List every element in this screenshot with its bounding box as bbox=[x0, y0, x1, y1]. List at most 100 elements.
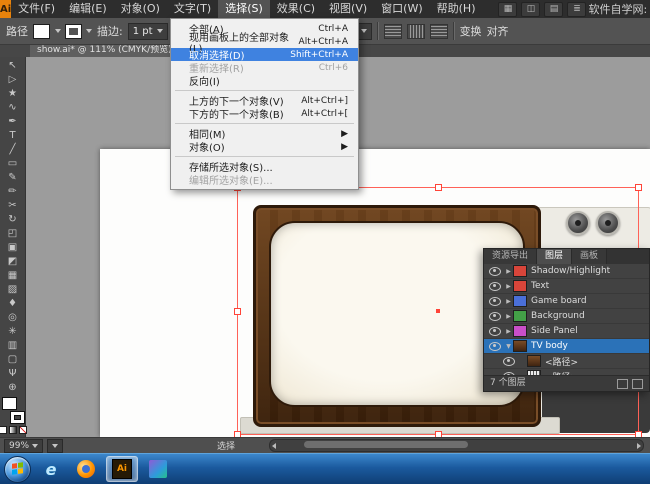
visibility-eye-icon[interactable] bbox=[489, 342, 501, 351]
layer-thumbnail bbox=[513, 295, 527, 307]
horizontal-scrollbar[interactable] bbox=[269, 439, 644, 452]
hand-tool[interactable]: Ψ bbox=[2, 367, 24, 381]
stroke-color-swatch[interactable] bbox=[66, 25, 81, 38]
line-segment-tool[interactable]: ╱ bbox=[2, 143, 24, 157]
blend-tool[interactable]: ◎ bbox=[2, 311, 24, 325]
layer-row[interactable]: ▶ Side Panel bbox=[484, 324, 649, 339]
visibility-eye-icon[interactable] bbox=[489, 282, 501, 291]
visibility-eye-icon[interactable] bbox=[489, 312, 501, 321]
rectangle-tool[interactable]: ▭ bbox=[2, 157, 24, 171]
arrange-documents-icon[interactable]: ▦ bbox=[498, 2, 517, 17]
layer-thumbnail bbox=[513, 325, 527, 337]
new-layer-icon[interactable] bbox=[617, 379, 628, 389]
workspace-icon[interactable]: ▤ bbox=[544, 2, 563, 17]
menu-separator bbox=[175, 156, 354, 157]
stroke-dropdown-icon[interactable] bbox=[86, 29, 92, 33]
fill-swatch[interactable] bbox=[2, 397, 17, 410]
fill-color-swatch[interactable] bbox=[33, 24, 50, 39]
context-label: 路径 bbox=[6, 23, 28, 39]
none-button[interactable] bbox=[19, 426, 27, 434]
shape-builder-tool[interactable]: ◩ bbox=[2, 255, 24, 269]
selection-handle[interactable] bbox=[635, 184, 642, 191]
magic-wand-tool[interactable]: ★ bbox=[2, 87, 24, 101]
color-button[interactable] bbox=[0, 426, 7, 434]
gradient-tool[interactable]: ▨ bbox=[2, 283, 24, 297]
gradient-button[interactable] bbox=[9, 426, 17, 434]
zoom-tool[interactable]: ⊕ bbox=[2, 381, 24, 395]
selection-tool[interactable]: ↖ bbox=[2, 59, 24, 73]
align-center-icon[interactable] bbox=[407, 24, 425, 39]
menu-list-icon[interactable]: ≣ bbox=[567, 2, 586, 17]
menu-view[interactable]: 视图(V) bbox=[322, 0, 374, 18]
menu-file[interactable]: 文件(F) bbox=[11, 0, 62, 18]
scrollbar-thumb[interactable] bbox=[304, 441, 468, 448]
media-app-icon[interactable] bbox=[143, 457, 173, 481]
menu-window[interactable]: 窗口(W) bbox=[374, 0, 429, 18]
artboard-nav-field[interactable] bbox=[47, 439, 63, 453]
visibility-eye-icon[interactable] bbox=[489, 327, 501, 336]
menu-object[interactable]: 对象(O) bbox=[114, 0, 167, 18]
visibility-eye-icon[interactable] bbox=[503, 357, 515, 366]
visibility-eye-icon[interactable] bbox=[489, 297, 501, 306]
column-graph-tool[interactable]: ▥ bbox=[2, 339, 24, 353]
illustrator-logo-icon[interactable]: Ai bbox=[0, 0, 11, 18]
type-tool[interactable]: T bbox=[2, 129, 24, 143]
document-grid-icon[interactable]: ◫ bbox=[521, 2, 540, 17]
layer-row-child[interactable]: <路径> bbox=[484, 354, 649, 369]
selection-handle[interactable] bbox=[435, 184, 442, 191]
layer-row[interactable]: ▶ Background bbox=[484, 309, 649, 324]
menu-effect[interactable]: 效果(C) bbox=[270, 0, 322, 18]
selection-handle[interactable] bbox=[234, 308, 241, 315]
illustrator-taskbar-icon[interactable]: Ai bbox=[106, 456, 138, 482]
layer-row[interactable]: ▶ Text bbox=[484, 279, 649, 294]
stroke-weight-dropdown-icon[interactable] bbox=[157, 29, 163, 33]
menu-item-next-object-below[interactable]: 下方的下一个对象(B) Alt+Ctrl+[ bbox=[171, 107, 358, 120]
align-right-icon[interactable] bbox=[430, 24, 448, 39]
menu-help[interactable]: 帮助(H) bbox=[430, 0, 483, 18]
layer-thumbnail bbox=[513, 310, 527, 322]
menu-select[interactable]: 选择(S) bbox=[218, 0, 270, 18]
tab-asset-export[interactable]: 资源导出 bbox=[484, 249, 537, 264]
stroke-swatch[interactable] bbox=[11, 412, 24, 423]
layer-row-selected[interactable]: ▼ TV body bbox=[484, 339, 649, 354]
lasso-tool[interactable]: ∿ bbox=[2, 101, 24, 115]
selection-center-point[interactable] bbox=[436, 309, 440, 313]
firefox-icon[interactable] bbox=[71, 457, 101, 481]
internet-explorer-icon[interactable]: e bbox=[36, 457, 66, 481]
submenu-arrow-icon: ▶ bbox=[341, 129, 348, 139]
zoom-level-field[interactable]: 99% bbox=[4, 439, 43, 453]
artboard-dropdown-icon[interactable] bbox=[52, 444, 58, 448]
layer-row[interactable]: ▶ Shadow/Highlight bbox=[484, 264, 649, 279]
zoom-dropdown-icon[interactable] bbox=[32, 444, 38, 448]
direct-selection-tool[interactable]: ▷ bbox=[2, 73, 24, 87]
scale-tool[interactable]: ◰ bbox=[2, 227, 24, 241]
paintbrush-tool[interactable]: ✎ bbox=[2, 171, 24, 185]
menu-item-inverse[interactable]: 反向(I) bbox=[171, 74, 358, 87]
pencil-tool[interactable]: ✏ bbox=[2, 185, 24, 199]
start-button[interactable] bbox=[4, 456, 31, 483]
tab-artboards[interactable]: 画板 bbox=[572, 249, 607, 264]
delete-layer-icon[interactable] bbox=[632, 379, 643, 389]
symbol-sprayer-tool[interactable]: ✳ bbox=[2, 325, 24, 339]
visibility-eye-icon[interactable] bbox=[489, 267, 501, 276]
fill-dropdown-icon[interactable] bbox=[55, 29, 61, 33]
scroll-right-icon[interactable] bbox=[637, 443, 641, 449]
artboard-tool[interactable]: ▢ bbox=[2, 353, 24, 367]
pen-tool[interactable]: ✒ bbox=[2, 115, 24, 129]
scissors-tool[interactable]: ✂ bbox=[2, 199, 24, 213]
stroke-weight-field[interactable]: 1 pt bbox=[128, 23, 168, 40]
eyedropper-tool[interactable]: ♦ bbox=[2, 297, 24, 311]
menu-edit[interactable]: 编辑(E) bbox=[62, 0, 114, 18]
scroll-left-icon[interactable] bbox=[272, 443, 276, 449]
tab-layers[interactable]: 图层 bbox=[537, 249, 572, 264]
menu-item-object[interactable]: 对象(O) ▶ bbox=[171, 140, 358, 153]
style-dropdown-icon[interactable] bbox=[361, 29, 367, 33]
align-link[interactable]: 对齐 bbox=[487, 23, 509, 39]
mesh-tool[interactable]: ▦ bbox=[2, 269, 24, 283]
free-transform-tool[interactable]: ▣ bbox=[2, 241, 24, 255]
menu-type[interactable]: 文字(T) bbox=[167, 0, 218, 18]
layer-row[interactable]: ▶ Game board bbox=[484, 294, 649, 309]
transform-link[interactable]: 变换 bbox=[460, 23, 482, 39]
align-left-icon[interactable] bbox=[384, 24, 402, 39]
rotate-tool[interactable]: ↻ bbox=[2, 213, 24, 227]
